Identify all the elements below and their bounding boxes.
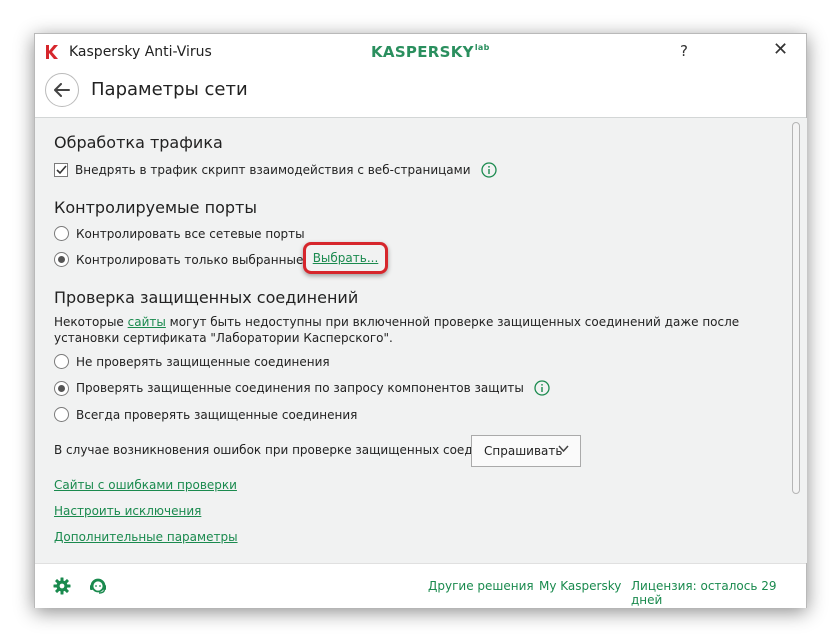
license-link[interactable]: Лицензия: осталось 29 дней: [631, 579, 806, 607]
secure-always-option[interactable]: Всегда проверять защищенные соединения: [54, 407, 357, 422]
vertical-scrollbar[interactable]: [787, 118, 807, 563]
support-agent-icon[interactable]: [89, 577, 107, 599]
secure-on-request-label: Проверять защищенные соединения по запро…: [76, 381, 524, 395]
traffic-section-title: Обработка трафика: [54, 133, 223, 152]
sites-errors-row: Сайты с ошибками проверки: [54, 478, 237, 492]
secure-always-radio[interactable]: [54, 407, 69, 422]
page-title: Параметры сети: [91, 79, 248, 100]
info-icon[interactable]: [480, 162, 497, 178]
secure-note: Некоторые сайты могут быть недоступны пр…: [54, 315, 740, 345]
ports-all-label: Контролировать все сетевые порты: [76, 226, 305, 241]
configure-exclusions-link[interactable]: Настроить исключения: [54, 504, 201, 518]
chevron-down-icon: [558, 445, 569, 453]
back-button[interactable]: [45, 73, 79, 107]
errors-action-value: Спрашивать: [484, 444, 563, 458]
settings-gear-icon[interactable]: [53, 577, 71, 599]
settings-content: Обработка трафика Внедрять в трафик скри…: [35, 118, 787, 563]
checkmark-icon: [55, 165, 67, 175]
secure-none-label: Не проверять защищенные соединения: [76, 354, 330, 369]
secure-none-option[interactable]: Не проверять защищенные соединения: [54, 354, 330, 369]
my-kaspersky-link[interactable]: My Kaspersky: [539, 579, 621, 593]
sites-link[interactable]: сайты: [128, 315, 166, 329]
help-button[interactable]: ?: [680, 42, 688, 60]
page-header: Параметры сети: [35, 72, 806, 118]
scrollbar-thumb[interactable]: [792, 122, 800, 494]
secure-on-request-option[interactable]: Проверять защищенные соединения по запро…: [54, 380, 550, 396]
errors-action-dropdown[interactable]: Спрашивать: [471, 435, 581, 467]
ports-section-title: Контролируемые порты: [54, 198, 257, 217]
title-bar: Kaspersky Anti-Virus KASPERSKYlab ? ✕: [35, 34, 806, 72]
info-icon[interactable]: [534, 380, 550, 396]
choose-ports-highlight: Выбрать...: [303, 242, 388, 274]
secure-always-label: Всегда проверять защищенные соединения: [76, 407, 358, 422]
inject-script-label: Внедрять в трафик скрипт взаимодействия …: [75, 163, 471, 177]
secure-section-title: Проверка защищенных соединений: [54, 288, 359, 307]
arrow-left-icon: [54, 83, 70, 97]
secure-on-request-radio[interactable]: [54, 380, 69, 396]
errors-label: В случае возникновения ошибок при провер…: [54, 443, 524, 457]
kaspersky-brand-logo: KASPERSKYlab: [371, 43, 490, 61]
advanced-row: Дополнительные параметры: [54, 530, 238, 544]
inject-script-option[interactable]: Внедрять в трафик скрипт взаимодействия …: [54, 162, 497, 178]
exclusions-row: Настроить исключения: [54, 504, 201, 518]
secure-none-radio[interactable]: [54, 354, 69, 369]
sites-with-errors-link[interactable]: Сайты с ошибками проверки: [54, 478, 237, 492]
other-solutions-link[interactable]: Другие решения: [428, 579, 534, 593]
kaspersky-k-icon: [46, 45, 58, 59]
app-title: Kaspersky Anti-Virus: [69, 44, 212, 60]
kaspersky-window: Kaspersky Anti-Virus KASPERSKYlab ? ✕ Па…: [34, 33, 807, 608]
advanced-settings-link[interactable]: Дополнительные параметры: [54, 530, 238, 544]
ports-selected-radio[interactable]: [54, 252, 69, 267]
footer-bar: Другие решения My Kaspersky Лицензия: ос…: [35, 563, 806, 608]
errors-row: В случае возникновения ошибок при провер…: [54, 443, 523, 457]
ports-all-option[interactable]: Контролировать все сетевые порты: [54, 226, 305, 241]
inject-script-checkbox[interactable]: [54, 163, 68, 177]
choose-ports-link[interactable]: Выбрать...: [313, 251, 379, 265]
close-button[interactable]: ✕: [773, 39, 788, 60]
ports-all-radio[interactable]: [54, 226, 69, 241]
